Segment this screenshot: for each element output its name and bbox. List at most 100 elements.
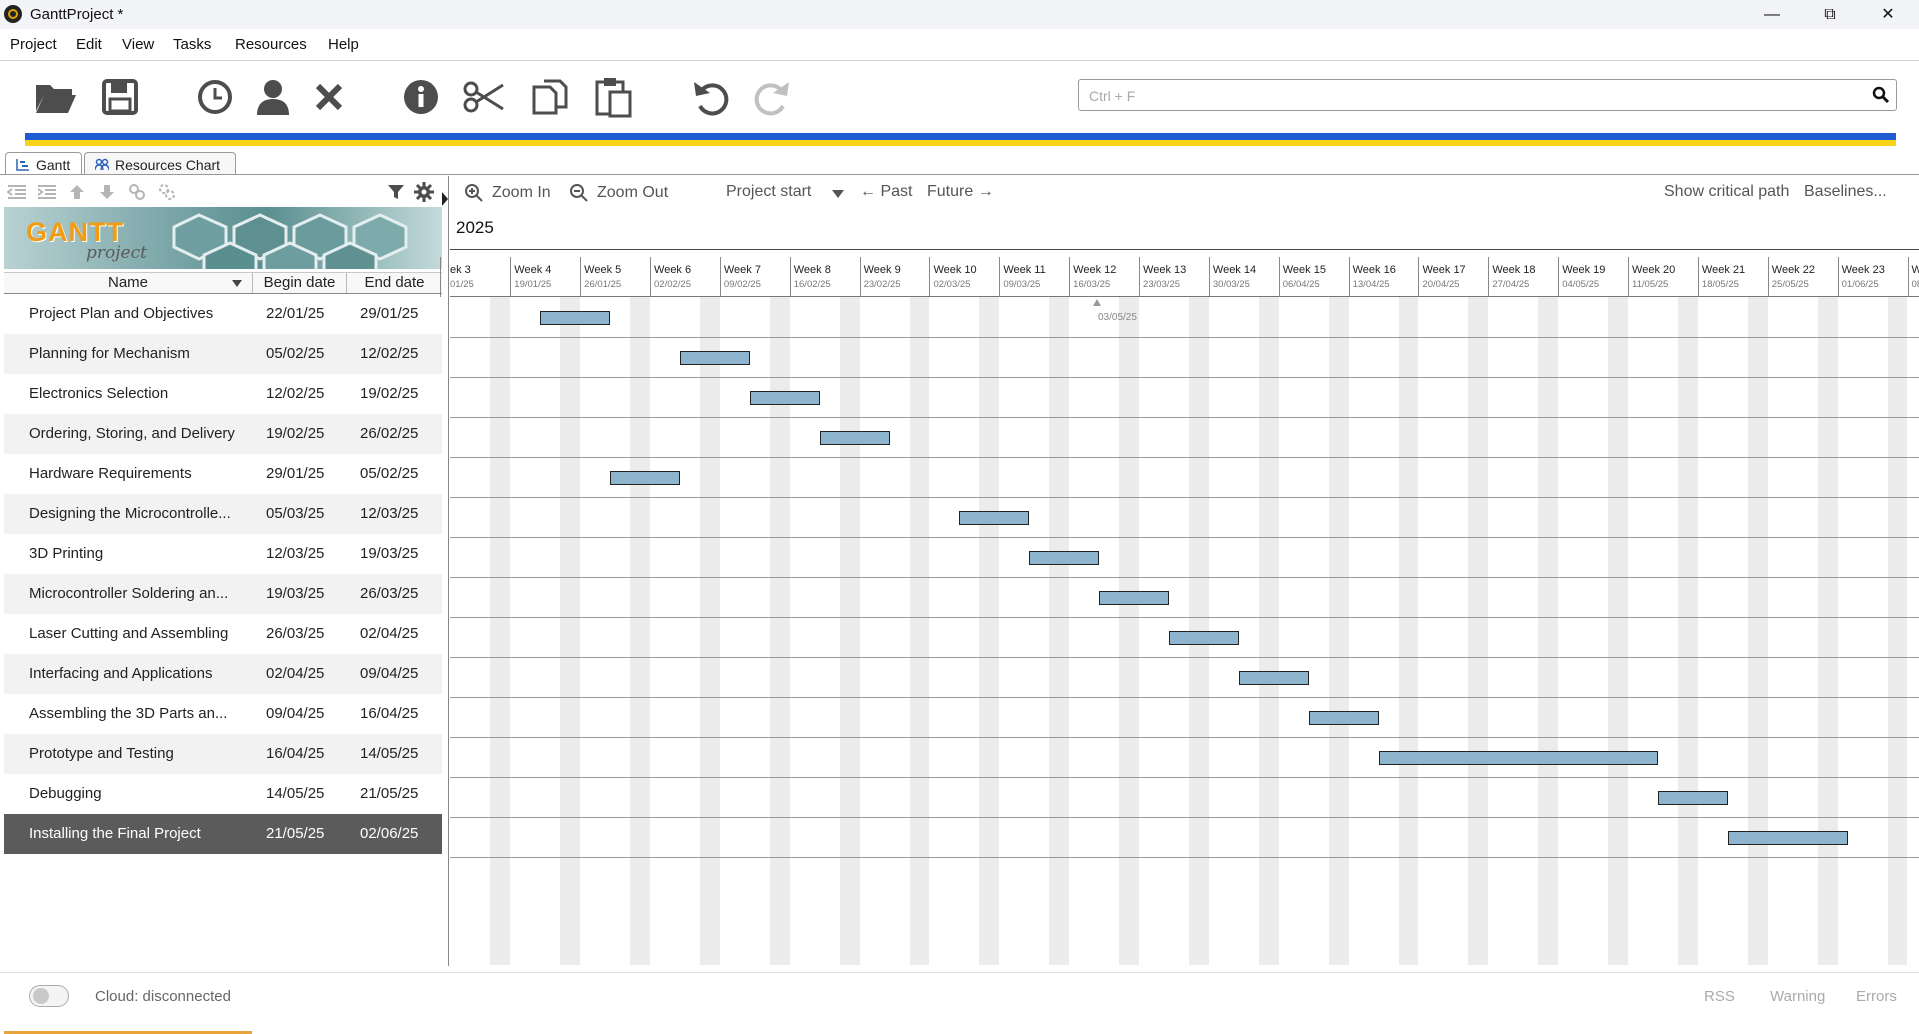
show-critical-path-button[interactable]: Show critical path bbox=[1664, 183, 1789, 201]
task-name: Debugging bbox=[29, 785, 249, 802]
panel-splitter[interactable] bbox=[448, 176, 449, 966]
filter-icon[interactable] bbox=[385, 182, 407, 202]
task-row[interactable]: Electronics Selection12/02/2519/02/25 bbox=[4, 374, 442, 414]
rss-link[interactable]: RSS bbox=[1704, 988, 1735, 1005]
task-end-date: 12/03/25 bbox=[360, 505, 418, 522]
move-up-icon[interactable] bbox=[66, 182, 88, 202]
task-bar[interactable] bbox=[820, 431, 890, 445]
redo-icon[interactable] bbox=[749, 74, 795, 120]
task-end-date: 09/04/25 bbox=[360, 665, 418, 682]
task-row[interactable]: Interfacing and Applications02/04/2509/0… bbox=[4, 654, 442, 694]
project-start-dropdown-icon[interactable] bbox=[832, 190, 844, 198]
menu-help[interactable]: Help bbox=[328, 36, 359, 53]
week-date-label: 01/25 bbox=[450, 279, 474, 290]
task-bar[interactable] bbox=[1029, 551, 1099, 565]
undo-icon[interactable] bbox=[688, 74, 734, 120]
column-end-header[interactable]: End date bbox=[347, 274, 442, 291]
task-row[interactable]: Installing the Final Project21/05/2502/0… bbox=[4, 814, 442, 854]
task-row[interactable]: Planning for Mechanism05/02/2512/02/25 bbox=[4, 334, 442, 374]
search-icon[interactable] bbox=[1872, 86, 1890, 104]
copy-icon[interactable] bbox=[527, 74, 573, 120]
close-button[interactable]: ✕ bbox=[1858, 0, 1918, 29]
open-folder-icon[interactable] bbox=[32, 74, 78, 120]
sort-down-icon[interactable] bbox=[232, 280, 242, 288]
task-bar[interactable] bbox=[1169, 631, 1239, 645]
past-button[interactable]: ← Past bbox=[860, 183, 912, 201]
cut-icon[interactable] bbox=[461, 74, 507, 120]
user-icon[interactable] bbox=[250, 74, 296, 120]
row-gridline bbox=[450, 377, 1919, 378]
task-bar[interactable] bbox=[680, 351, 750, 365]
task-row[interactable]: Debugging14/05/2521/05/25 bbox=[4, 774, 442, 814]
task-name: Hardware Requirements bbox=[29, 465, 249, 482]
task-name: Installing the Final Project bbox=[29, 825, 249, 842]
task-row[interactable]: Designing the Microcontrolle...05/03/251… bbox=[4, 494, 442, 534]
indent-icon[interactable] bbox=[36, 182, 58, 202]
weekend-shading bbox=[840, 297, 860, 965]
task-row[interactable]: 3D Printing12/03/2519/03/25 bbox=[4, 534, 442, 574]
errors-link[interactable]: Errors bbox=[1856, 988, 1897, 1005]
task-bar[interactable] bbox=[1379, 751, 1658, 765]
warning-link[interactable]: Warning bbox=[1770, 988, 1825, 1005]
weekend-shading bbox=[1329, 297, 1349, 965]
outdent-icon[interactable] bbox=[6, 182, 28, 202]
menu-resources[interactable]: Resources bbox=[235, 36, 307, 53]
maximize-button[interactable]: ⧉ bbox=[1800, 0, 1860, 29]
menu-tasks[interactable]: Tasks bbox=[173, 36, 211, 53]
task-bar[interactable] bbox=[1728, 831, 1848, 845]
task-begin-date: 14/05/25 bbox=[266, 785, 324, 802]
clock-icon[interactable] bbox=[192, 74, 238, 120]
task-bar[interactable] bbox=[959, 511, 1029, 525]
paste-icon[interactable] bbox=[591, 74, 637, 120]
week-label: Week 6 bbox=[654, 264, 691, 276]
task-row[interactable]: Project Plan and Objectives22/01/2529/01… bbox=[4, 294, 442, 334]
gantt-chart[interactable]: ek 301/25Week 419/01/25Week 526/01/25Wee… bbox=[450, 248, 1919, 966]
search-input[interactable] bbox=[1087, 84, 1851, 108]
task-row[interactable]: Ordering, Storing, and Delivery19/02/252… bbox=[4, 414, 442, 454]
task-row[interactable]: Hardware Requirements29/01/2505/02/25 bbox=[4, 454, 442, 494]
minimize-button[interactable]: — bbox=[1742, 0, 1802, 29]
task-begin-date: 19/02/25 bbox=[266, 425, 324, 442]
menu-edit[interactable]: Edit bbox=[76, 36, 102, 53]
task-begin-date: 02/04/25 bbox=[266, 665, 324, 682]
save-icon[interactable] bbox=[97, 74, 143, 120]
task-bar[interactable] bbox=[610, 471, 680, 485]
tab-resources-chart[interactable]: Resources Chart bbox=[84, 152, 236, 175]
zoom-in-button[interactable]: Zoom In bbox=[464, 183, 551, 203]
move-down-icon[interactable] bbox=[96, 182, 118, 202]
delete-icon[interactable] bbox=[306, 74, 352, 120]
weekend-shading bbox=[630, 297, 650, 965]
week-label: Week 13 bbox=[1143, 264, 1186, 276]
link-icon[interactable] bbox=[126, 182, 148, 202]
week-tick bbox=[1418, 257, 1419, 297]
column-begin-header[interactable]: Begin date bbox=[253, 274, 346, 291]
tab-divider bbox=[0, 174, 1919, 175]
settings-gear-icon[interactable] bbox=[413, 182, 435, 202]
collapse-arrow-icon[interactable] bbox=[442, 192, 448, 206]
baselines-button[interactable]: Baselines... bbox=[1804, 183, 1887, 201]
future-button[interactable]: Future → bbox=[927, 183, 994, 201]
task-row[interactable]: Prototype and Testing16/04/2514/05/25 bbox=[4, 734, 442, 774]
task-bar[interactable] bbox=[1239, 671, 1309, 685]
cloud-toggle[interactable] bbox=[29, 985, 69, 1007]
unlink-icon[interactable] bbox=[156, 182, 178, 202]
task-bar[interactable] bbox=[1658, 791, 1728, 805]
task-begin-date: 12/03/25 bbox=[266, 545, 324, 562]
weekend-shading bbox=[490, 297, 510, 965]
task-bar[interactable] bbox=[1309, 711, 1379, 725]
week-date-label: 18/05/25 bbox=[1702, 279, 1739, 290]
resources-icon bbox=[95, 158, 109, 171]
menu-view[interactable]: View bbox=[122, 36, 154, 53]
project-start-button[interactable]: Project start bbox=[726, 183, 811, 201]
task-bar[interactable] bbox=[1099, 591, 1169, 605]
column-name-header[interactable]: Name bbox=[4, 274, 252, 291]
task-bar[interactable] bbox=[750, 391, 820, 405]
task-bar[interactable] bbox=[540, 311, 610, 325]
task-row[interactable]: Assembling the 3D Parts an...09/04/2516/… bbox=[4, 694, 442, 734]
menu-project[interactable]: Project bbox=[10, 36, 57, 53]
task-row[interactable]: Laser Cutting and Assembling26/03/2502/0… bbox=[4, 614, 442, 654]
task-row[interactable]: Microcontroller Soldering an...19/03/252… bbox=[4, 574, 442, 614]
info-icon[interactable] bbox=[398, 74, 444, 120]
zoom-out-button[interactable]: Zoom Out bbox=[569, 183, 668, 203]
tab-gantt[interactable]: Gantt bbox=[5, 152, 82, 175]
